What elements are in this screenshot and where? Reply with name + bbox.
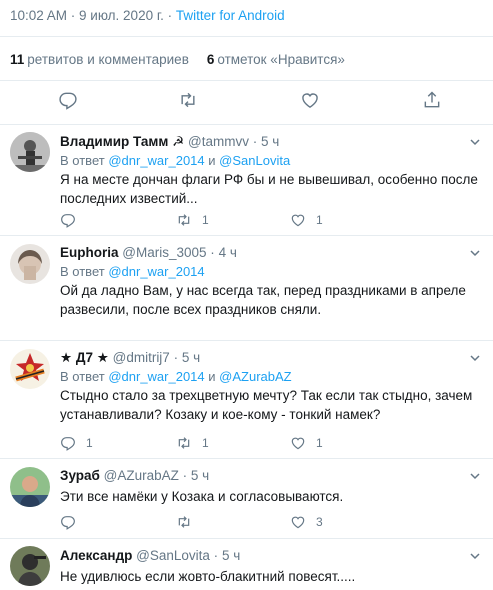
author-name[interactable]: Зураб <box>60 468 100 483</box>
tweet-meta: 10:02 AM · 9 июл. 2020 г. · Twitter for … <box>10 8 285 23</box>
retweet-icon <box>178 437 190 449</box>
author-name[interactable]: Euphoria <box>60 245 119 260</box>
retweet-button[interactable]: 1 <box>176 435 209 451</box>
author-handle[interactable]: @Maris_3005 <box>122 245 206 260</box>
avatar[interactable] <box>10 244 50 284</box>
avatar[interactable] <box>10 546 50 586</box>
reply-tweet[interactable]: Зураб @AZurabAZ · 5 ч Эти все намёки у К… <box>0 458 493 538</box>
author-badge: ☭ <box>172 134 185 149</box>
like-icon[interactable] <box>300 90 320 110</box>
reply-count: 1 <box>86 436 93 450</box>
tweet-source[interactable]: Twitter for Android <box>176 8 285 23</box>
mention-link[interactable]: @dnr_war_2014 <box>108 153 204 168</box>
in-reply-to: В ответ @dnr_war_2014 и @SanLovita <box>60 153 291 168</box>
avatar[interactable] <box>10 349 50 389</box>
reply-tweet[interactable]: ★ Д7 ★ @dmitrij7 · 5 ч В ответ @dnr_war_… <box>0 340 493 458</box>
reply-time[interactable]: 5 ч <box>222 548 240 563</box>
retweets-stat[interactable]: 11 ретвитов и комментариев <box>10 52 189 67</box>
reply-header: Зураб @AZurabAZ · 5 ч <box>60 468 210 483</box>
author-handle[interactable]: @dmitrij7 <box>113 350 170 365</box>
divider <box>0 80 493 81</box>
author-name[interactable]: Владимир Тамм <box>60 134 168 149</box>
avatar[interactable] <box>10 132 50 172</box>
reply-text: Стыдно стало за трехцветную мечту? Так е… <box>60 388 473 422</box>
reply-icon <box>61 516 75 530</box>
reply-time[interactable]: 5 ч <box>182 350 200 365</box>
reply-header: Euphoria @Maris_3005 · 4 ч <box>60 245 237 260</box>
like-icon <box>291 214 305 227</box>
author-handle[interactable]: @AZurabAZ <box>104 468 179 483</box>
share-icon[interactable] <box>422 90 442 110</box>
author-name[interactable]: Александр <box>60 548 132 563</box>
retweet-button[interactable]: 1 <box>176 212 209 228</box>
chevron-down-icon[interactable] <box>469 247 481 259</box>
reply-text: Не удивлюсь если жовто-блакитний повесят… <box>60 569 356 584</box>
mention-link[interactable]: @AZurabAZ <box>219 369 291 384</box>
reply-tweet[interactable]: Euphoria @Maris_3005 · 4 ч В ответ @dnr_… <box>0 235 493 340</box>
like-count: 1 <box>316 436 323 450</box>
reply-text: Я на месте дончан флаги РФ бы и не вывеш… <box>60 172 478 206</box>
mention-link[interactable]: @dnr_war_2014 <box>108 264 204 279</box>
chevron-down-icon[interactable] <box>469 550 481 562</box>
like-button[interactable]: 1 <box>290 212 323 228</box>
like-button[interactable]: 1 <box>290 435 323 451</box>
reply-text: Ой да ладно Вам, у нас всегда так, перед… <box>60 283 466 317</box>
tweet-action-bar <box>0 90 493 114</box>
like-count: 1 <box>316 213 323 227</box>
chevron-down-icon[interactable] <box>469 352 481 364</box>
reply-header: Владимир Тамм ☭ @tammvv · 5 ч <box>60 134 280 149</box>
tweet-stats: 11 ретвитов и комментариев 6 отметок «Нрав… <box>10 52 345 67</box>
author-handle[interactable]: @SanLovita <box>136 548 210 563</box>
like-button[interactable]: 3 <box>290 514 323 530</box>
reply-time[interactable]: 5 ч <box>261 134 279 149</box>
reply-button[interactable] <box>60 212 76 228</box>
reply-text: Эти все намёки у Козака и согласовываютс… <box>60 489 344 504</box>
reply-time[interactable]: 5 ч <box>191 468 209 483</box>
retweet-count: 1 <box>202 213 209 227</box>
author-handle[interactable]: @tammvv <box>188 134 249 149</box>
chevron-down-icon[interactable] <box>469 136 481 148</box>
retweet-icon <box>178 214 190 226</box>
reply-tweet[interactable]: Владимир Тамм ☭ @tammvv · 5 ч В ответ @d… <box>0 124 493 235</box>
reply-button[interactable] <box>60 514 76 530</box>
avatar[interactable] <box>10 467 50 507</box>
reply-header: Александр @SanLovita · 5 ч <box>60 548 241 563</box>
retweet-icon[interactable] <box>178 90 198 110</box>
reply-actions: 1 1 1 <box>60 435 360 453</box>
like-count: 3 <box>316 515 323 529</box>
mention-link[interactable]: @dnr_war_2014 <box>108 369 204 384</box>
divider <box>0 36 493 37</box>
mention-link[interactable]: @SanLovita <box>219 153 290 168</box>
tweet-time: 10:02 AM <box>10 8 68 23</box>
reply-button[interactable]: 1 <box>60 435 93 451</box>
reply-actions: 3 <box>60 514 360 532</box>
reply-tweet[interactable]: Александр @SanLovita · 5 ч Не удивлюсь е… <box>0 538 493 590</box>
retweet-button[interactable] <box>176 514 192 530</box>
likes-stat[interactable]: 6 отметок «Нравится» <box>207 52 345 67</box>
like-icon <box>291 437 305 450</box>
author-name[interactable]: ★ Д7 ★ <box>60 350 109 365</box>
in-reply-to: В ответ @dnr_war_2014 <box>60 264 205 279</box>
tweet-date[interactable]: 9 июл. 2020 г. <box>79 8 164 23</box>
in-reply-to: В ответ @dnr_war_2014 и @AZurabAZ <box>60 369 292 384</box>
reply-icon[interactable] <box>58 90 78 110</box>
chevron-down-icon[interactable] <box>469 470 481 482</box>
like-icon <box>291 516 305 529</box>
reply-icon <box>61 214 75 228</box>
reply-header: ★ Д7 ★ @dmitrij7 · 5 ч <box>60 350 201 365</box>
reply-actions: 1 1 <box>60 212 360 230</box>
reply-icon <box>61 437 75 451</box>
retweet-count: 1 <box>202 436 209 450</box>
retweet-icon <box>178 516 190 528</box>
reply-time[interactable]: 4 ч <box>219 245 237 260</box>
